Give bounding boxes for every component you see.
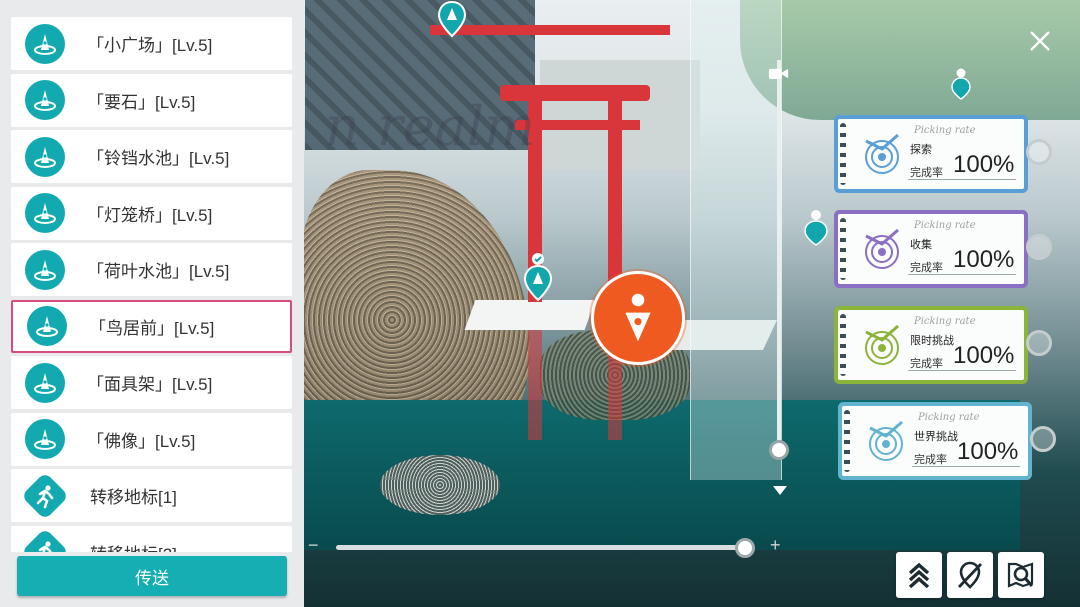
location-list[interactable]: 「小广场」[Lv.5] 「要石」[Lv.5] 「铃铛水池」[Lv.5] 「灯笼桥」[L… xyxy=(0,0,304,552)
transfer-landmark-icon xyxy=(20,471,70,520)
scene-stone xyxy=(380,455,500,515)
location-name: 转移地标[1] xyxy=(90,488,177,507)
card-clip-ring xyxy=(1026,234,1052,260)
card-rate-label: 完成率 xyxy=(914,454,947,466)
location-list-item[interactable]: 「要石」[Lv.5] xyxy=(11,73,292,127)
card-underline xyxy=(908,179,1016,180)
card-underline xyxy=(908,274,1016,275)
card-category: 收集 xyxy=(910,239,932,251)
waypoint-icon xyxy=(25,249,65,290)
location-list-item[interactable]: 「铃铛水池」[Lv.5] xyxy=(11,130,292,183)
card-rate-value: 100% xyxy=(953,342,1015,369)
category-emblem-icon xyxy=(869,420,903,461)
map-waypoint-marker[interactable] xyxy=(950,68,972,100)
card-category: 限时挑战 xyxy=(910,335,954,347)
location-name: 「面具架」[Lv.5] xyxy=(87,375,213,394)
map-waypoint-marker-selected[interactable] xyxy=(523,252,553,302)
waypoint-icon xyxy=(25,136,65,177)
scene-platform xyxy=(464,300,596,330)
category-emblem-icon xyxy=(865,133,899,174)
hide-markers-button[interactable] xyxy=(947,552,993,598)
layer-up-button[interactable] xyxy=(896,552,942,598)
card-rate-label: 完成率 xyxy=(910,167,943,179)
location-name: 「荷叶水池」[Lv.5] xyxy=(87,262,230,281)
location-list-item[interactable]: 「灯笼桥」[Lv.5] xyxy=(11,186,292,240)
card-clip-ring xyxy=(1026,139,1052,165)
scene-script-text: n realm xyxy=(325,95,536,158)
transfer-landmark-icon xyxy=(20,527,70,552)
location-list-item[interactable]: 转移地标[1] xyxy=(11,469,292,522)
scroll-down-arrow-icon[interactable] xyxy=(773,486,787,495)
card-script-title: Picking rate xyxy=(914,125,976,136)
vertical-slider-handle[interactable] xyxy=(769,440,789,460)
player-position-marker xyxy=(591,271,685,365)
card-rate-label: 完成率 xyxy=(910,358,943,370)
card-rate-label: 完成率 xyxy=(910,262,943,274)
card-underline xyxy=(908,370,1016,371)
vertical-slider-track[interactable] xyxy=(777,60,781,450)
waypoint-icon xyxy=(25,362,65,403)
map-waypoint-marker[interactable] xyxy=(803,210,829,246)
zoom-slider-handle[interactable] xyxy=(735,538,755,558)
location-list-item[interactable]: 「小广场」[Lv.5] xyxy=(11,17,292,70)
zoom-slider-track[interactable] xyxy=(336,545,746,550)
card-category: 探索 xyxy=(910,144,932,156)
location-name: 「铃铛水池」[Lv.5] xyxy=(87,149,230,168)
card-binding xyxy=(840,123,846,185)
card-rate-value: 100% xyxy=(953,246,1015,273)
zoom-out-icon[interactable]: − xyxy=(308,535,319,556)
card-rate-value: 100% xyxy=(953,151,1015,178)
location-name: 「鸟居前」[Lv.5] xyxy=(89,318,215,338)
waypoint-icon xyxy=(25,193,65,233)
card-binding xyxy=(840,314,846,376)
zoom-in-icon[interactable]: + xyxy=(770,535,781,556)
location-list-panel: 「小广场」[Lv.5] 「要石」[Lv.5] 「铃铛水池」[Lv.5] 「灯笼桥」[L… xyxy=(0,0,304,607)
card-rate-value: 100% xyxy=(957,438,1019,465)
map-waypoint-marker[interactable] xyxy=(437,0,467,38)
card-underline xyxy=(912,466,1020,467)
card-script-title: Picking rate xyxy=(914,220,976,231)
location-name: 「小广场」[Lv.5] xyxy=(87,36,213,55)
category-emblem-icon xyxy=(865,228,899,269)
map-search-icon xyxy=(1007,562,1034,588)
torii-gate xyxy=(608,92,622,302)
location-name: 「要石」[Lv.5] xyxy=(87,92,196,112)
close-button[interactable] xyxy=(1024,25,1056,57)
waypoint-icon xyxy=(25,80,65,120)
completion-card[interactable]: Picking rate 探索完成率 100% xyxy=(830,113,1052,195)
location-list-item[interactable]: 转移地标[2] xyxy=(11,525,292,553)
location-list-item[interactable]: 「鸟居前」[Lv.5] xyxy=(11,299,292,353)
location-list-item[interactable]: 「佛像」[Lv.5] xyxy=(11,412,292,466)
card-clip-ring xyxy=(1030,426,1056,452)
waypoint-icon xyxy=(25,23,65,64)
waypoint-icon xyxy=(25,419,65,459)
camera-icon xyxy=(768,66,790,86)
close-icon xyxy=(1030,31,1050,51)
card-clip-ring xyxy=(1026,330,1052,356)
card-category: 世界挑战 xyxy=(914,431,958,443)
layer-up-icon xyxy=(908,562,930,589)
card-script-title: Picking rate xyxy=(918,412,980,423)
category-emblem-icon xyxy=(865,324,899,365)
card-binding xyxy=(844,410,850,472)
completion-card[interactable]: Picking rate 收集完成率 100% xyxy=(830,208,1052,290)
location-name: 「佛像」[Lv.5] xyxy=(87,431,196,451)
completion-card[interactable]: Picking rate 世界挑战完成率 100% xyxy=(834,400,1056,482)
location-list-item[interactable]: 「荷叶水池」[Lv.5] xyxy=(11,243,292,296)
card-script-title: Picking rate xyxy=(914,316,976,327)
waypoint-icon xyxy=(27,306,67,346)
location-name: 「灯笼桥」[Lv.5] xyxy=(87,205,213,225)
hide-markers-icon xyxy=(957,561,983,589)
scene-greenery xyxy=(740,0,1080,120)
teleport-button[interactable]: 传送 xyxy=(17,556,287,596)
location-list-item[interactable]: 「面具架」[Lv.5] xyxy=(11,356,292,409)
map-search-button[interactable] xyxy=(998,552,1044,598)
location-name: 转移地标[2] xyxy=(90,540,177,553)
completion-card[interactable]: Picking rate 限时挑战完成率 100% xyxy=(830,304,1052,386)
torii-reflection xyxy=(528,330,542,440)
player-icon xyxy=(625,293,651,342)
card-binding xyxy=(840,218,846,280)
